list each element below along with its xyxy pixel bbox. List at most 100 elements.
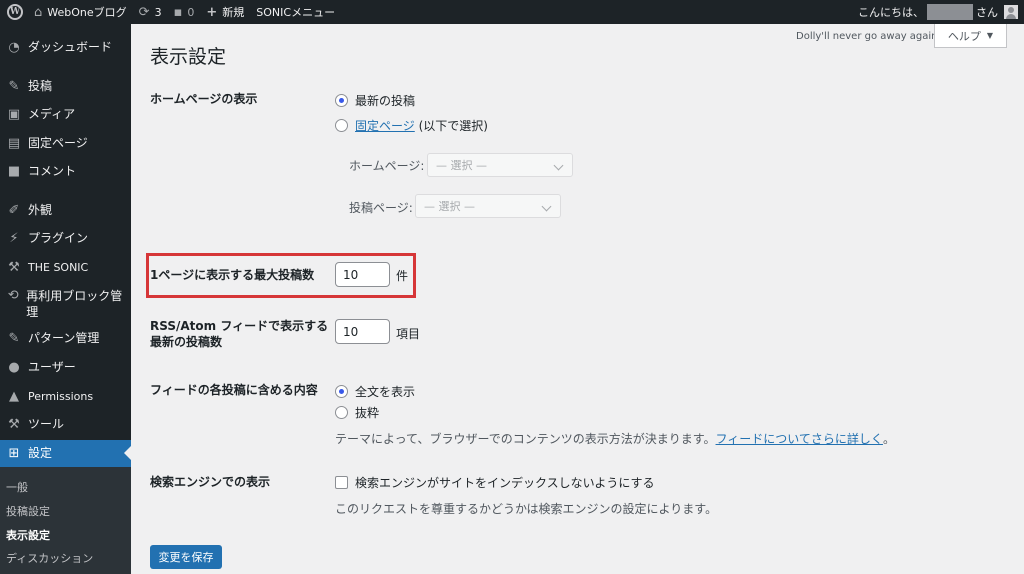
sidebar-item-label: メディア	[28, 107, 76, 121]
brush-icon: ✐	[8, 203, 20, 218]
sidebar-item-label: 再利用ブロック管理	[26, 289, 123, 319]
updates-count: 3	[154, 5, 162, 19]
sidebar-item-appearance[interactable]: ✐ 外観	[0, 203, 131, 218]
wrench-icon: ⚒	[8, 417, 20, 432]
search-visibility-label: 検索エンジンでの表示	[150, 475, 271, 489]
user-icon: ●	[8, 360, 20, 375]
sidebar-item-comments[interactable]: ■ コメント	[0, 164, 131, 179]
posts-page-select-value: — 選択 —	[424, 200, 475, 213]
sidebar-item-dashboard[interactable]: ◔ ダッシュボード	[0, 40, 131, 55]
caret-down-icon: ▼	[986, 31, 994, 40]
radio-full-text[interactable]	[335, 385, 348, 398]
radio-full-text-label: 全文を表示	[355, 385, 416, 399]
wordpress-logo-button[interactable]: W	[2, 0, 28, 24]
page-icon: ▤	[7, 136, 21, 151]
settings-icon: ⊞	[8, 446, 20, 461]
radio-excerpt-row[interactable]: 抜粋	[335, 404, 379, 421]
greeting: こんにちは、	[858, 6, 924, 19]
settings-submenu: 一般 投稿設定 表示設定 ディスカッション	[0, 467, 131, 574]
feed-description-text: テーマによって、ブラウザーでのコンテンツの表示方法が決まります。	[335, 432, 716, 446]
sidebar-item-posts[interactable]: ✎ 投稿	[0, 79, 131, 94]
sidebar-item-reusable-blocks[interactable]: ⟲ 再利用ブロック管理	[0, 288, 125, 320]
feed-description: テーマによって、ブラウザーでのコンテンツの表示方法が決まります。フィードについて…	[335, 430, 895, 447]
posts-page-select[interactable]: — 選択 —	[415, 194, 561, 218]
site-name-link[interactable]: ⌂ WebOneブログ	[28, 0, 133, 24]
rss-count-label-line2: 最新の投稿数	[150, 335, 223, 349]
rss-count-input[interactable]: 10	[335, 319, 390, 344]
site-name: WebOneブログ	[47, 6, 127, 19]
sidebar-item-media[interactable]: ▣ メディア	[0, 107, 131, 122]
new-content-link[interactable]: + 新規	[200, 0, 250, 24]
plus-icon: +	[206, 4, 218, 20]
sidebar-item-tools[interactable]: ⚒ ツール	[0, 417, 131, 432]
comments-count: 0	[187, 5, 195, 19]
homepage-select-label: ホームページ:	[349, 159, 425, 173]
feed-description-end: 。	[882, 432, 895, 446]
homepage-display-label: ホームページの表示	[150, 92, 258, 106]
comment-icon: ■	[7, 164, 21, 179]
sidebar-item-patterns[interactable]: ✎ パターン管理	[0, 331, 131, 346]
my-account-link[interactable]: こんにちは、 さん	[858, 4, 1024, 20]
posts-per-page-unit: 件	[396, 269, 409, 283]
sidebar-item-label: コメント	[28, 164, 77, 178]
sidebar-item-users[interactable]: ● ユーザー	[0, 360, 131, 375]
pin-icon: ✎	[8, 79, 20, 94]
admin-sidebar: ◔ ダッシュボード ✎ 投稿 ▣ メディア ▤ 固定ページ ■ コメント ✐ 外…	[0, 24, 131, 574]
rss-count-unit: 項目	[396, 327, 421, 341]
posts-page-select-label: 投稿ページ:	[349, 201, 413, 215]
chevron-down-icon	[541, 201, 552, 212]
discourage-search-row[interactable]: 検索エンジンがサイトをインデックスしないようにする	[335, 474, 655, 491]
radio-latest-posts[interactable]	[335, 94, 348, 107]
chevron-down-icon	[553, 160, 564, 171]
sidebar-item-label: THE SONIC	[28, 261, 89, 274]
feed-content-label: フィードの各投稿に含める内容	[150, 383, 318, 397]
submenu-general[interactable]: 一般	[6, 479, 28, 495]
homepage-select-value: — 選択 —	[436, 159, 487, 172]
submenu-writing[interactable]: 投稿設定	[6, 503, 50, 519]
sidebar-item-plugins[interactable]: ⚡ プラグイン	[0, 231, 131, 246]
sidebar-item-label: パターン管理	[28, 331, 100, 345]
sonic-menu-link[interactable]: SONICメニュー	[250, 0, 341, 24]
posts-per-page-input[interactable]: 10	[335, 262, 390, 287]
sidebar-item-permissions[interactable]: ▲ Permissions	[0, 389, 131, 404]
discourage-search-label: 検索エンジンがサイトをインデックスしないようにする	[355, 476, 655, 490]
radio-latest-posts-row[interactable]: 最新の投稿	[335, 92, 415, 109]
sidebar-item-the-sonic[interactable]: ⚒ THE SONIC	[0, 260, 131, 275]
submenu-discussion[interactable]: ディスカッション	[6, 550, 93, 566]
wordpress-logo-icon: W	[7, 4, 23, 20]
sidebar-item-label: ダッシュボード	[28, 40, 113, 54]
radio-full-text-row[interactable]: 全文を表示	[335, 383, 415, 400]
dashboard-icon: ◔	[8, 40, 20, 55]
sidebar-item-pages[interactable]: ▤ 固定ページ	[0, 136, 131, 151]
comments-link[interactable]: ▪ 0	[168, 0, 201, 24]
sidebar-item-label: 固定ページ	[28, 136, 88, 150]
help-label: ヘルプ	[947, 29, 981, 43]
sidebar-item-label: 設定	[28, 446, 53, 460]
media-icon: ▣	[7, 107, 21, 122]
radio-excerpt[interactable]	[335, 406, 348, 419]
plugin-icon: ⚡	[9, 231, 19, 246]
help-tab-button[interactable]: ヘルプ ▼	[934, 24, 1007, 48]
submenu-reading[interactable]: 表示設定	[6, 527, 50, 543]
radio-static-page-row[interactable]: 固定ページ (以下で選択)	[335, 117, 488, 134]
discourage-search-checkbox[interactable]	[335, 476, 348, 489]
greeting-suffix: さん	[976, 6, 998, 19]
search-visibility-description: このリクエストを尊重するかどうかは検索エンジンの設定によります。	[335, 502, 718, 516]
username-redacted	[927, 4, 973, 20]
sidebar-item-label: 投稿	[28, 79, 53, 93]
sidebar-item-label: プラグイン	[28, 231, 89, 245]
sonic-menu-label: SONICメニュー	[256, 6, 336, 19]
static-page-link[interactable]: 固定ページ	[355, 117, 415, 134]
radio-static-page[interactable]	[335, 119, 348, 132]
feed-learn-more-link[interactable]: フィードについてさらに詳しく	[716, 432, 883, 446]
homepage-select[interactable]: — 選択 —	[427, 153, 573, 177]
comment-icon: ▪	[173, 4, 183, 20]
sidebar-item-settings[interactable]: ⊞ 設定	[0, 440, 131, 467]
page-title: 表示設定	[150, 46, 227, 68]
avatar	[1004, 5, 1018, 19]
updates-link[interactable]: ⟳ 3	[133, 0, 168, 24]
updates-icon: ⟳	[138, 4, 150, 20]
rss-count-label-line1: RSS/Atom フィードで表示する	[150, 319, 329, 333]
static-page-suffix: (以下で選択)	[414, 119, 488, 133]
save-changes-button[interactable]: 変更を保存	[150, 545, 222, 569]
